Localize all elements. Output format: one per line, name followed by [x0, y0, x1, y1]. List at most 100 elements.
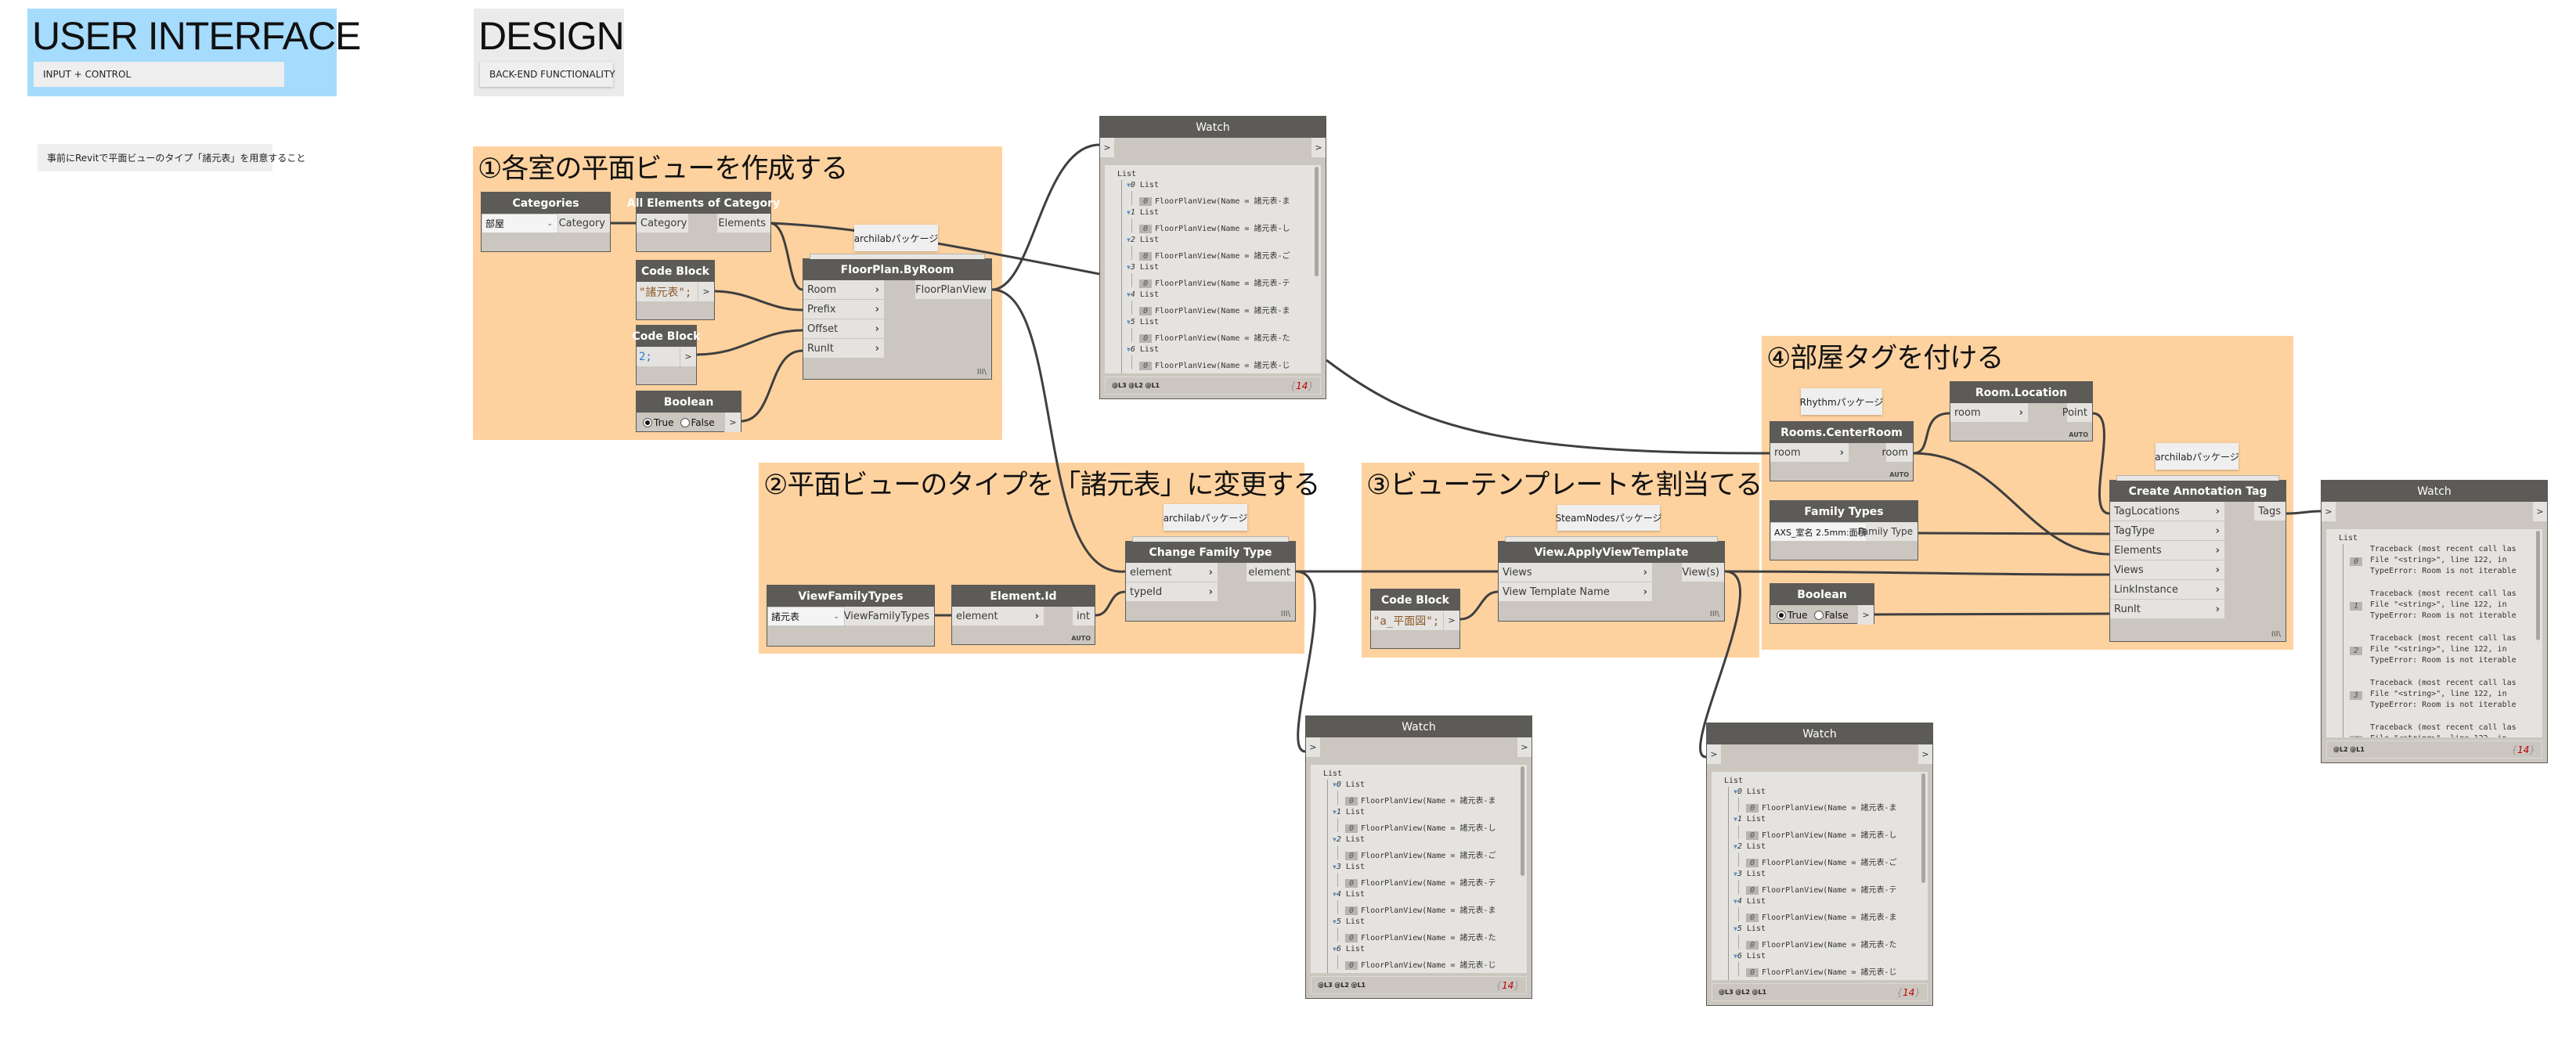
- node-code-block-offset[interactable]: Code Block 2; >: [633, 325, 701, 385]
- output-port[interactable]: int: [1073, 607, 1095, 626]
- code-editor[interactable]: "a_平面図";: [1371, 611, 1445, 630]
- watch-output-tree[interactable]: List ▼0 List 0 FloorPlanView(Name = 諸元表-ま ▼1…: [1712, 772, 1928, 980]
- input-port[interactable]: room ›: [1950, 403, 2028, 423]
- list-item[interactable]: ▼6 List: [1127, 345, 1159, 354]
- scrollbar[interactable]: [2536, 531, 2540, 640]
- input-port[interactable]: element ›: [952, 607, 1044, 626]
- list-item[interactable]: ▼3 List: [1127, 263, 1159, 272]
- output-port[interactable]: element: [1247, 563, 1295, 582]
- input-port[interactable]: >: [1707, 744, 1721, 764]
- watch-node-change-type[interactable]: Watch > > List ▼0 List 0 FloorPlanView(Name = …: [1305, 715, 1532, 999]
- output-port[interactable]: Category: [558, 214, 610, 233]
- lacing-indicator[interactable]: III\: [1281, 610, 1290, 618]
- input-port[interactable]: room ›: [1770, 443, 1849, 463]
- output-port[interactable]: Family Type: [1858, 522, 1918, 542]
- node-change-family-type[interactable]: Change Family Type element › typeId › elem…: [1125, 536, 1296, 622]
- output-port[interactable]: >: [1443, 611, 1459, 630]
- output-port[interactable]: >: [680, 347, 696, 366]
- node-boolean-runit[interactable]: Boolean True False >: [636, 391, 741, 432]
- output-port[interactable]: ViewFamilyTypes: [844, 607, 934, 626]
- node-view-family-types[interactable]: ViewFamilyTypes 諸元表 ⌄ ViewFamilyTypes: [767, 585, 935, 647]
- list-item[interactable]: ▼0 List: [1333, 780, 1365, 789]
- input-port[interactable]: >: [1306, 737, 1320, 757]
- list-item[interactable]: ▼1 List: [1333, 808, 1365, 816]
- node-family-types[interactable]: Family Types AXS_室名 2.5mm:面積あり ⌄ Family …: [1770, 500, 1918, 560]
- list-levels[interactable]: @L2 @L1: [2333, 746, 2365, 753]
- note-steamnodes[interactable]: SteamNodesパッケージ: [1555, 505, 1662, 531]
- radio-false[interactable]: False: [680, 417, 715, 428]
- input-port-element[interactable]: element ›: [1126, 563, 1218, 582]
- list-item[interactable]: ▼2 List: [1734, 842, 1766, 851]
- list-item[interactable]: ▼0 List: [1127, 181, 1159, 189]
- list-item[interactable]: ▼5 List: [1333, 917, 1365, 926]
- watch-node-view-template[interactable]: Watch > > List ▼0 List 0 FloorPlanView(Name = …: [1706, 723, 1933, 1006]
- output-port[interactable]: >: [724, 413, 741, 432]
- level-label[interactable]: @L3: [1318, 982, 1333, 989]
- input-port-elements[interactable]: Elements ›: [2110, 541, 2224, 560]
- input-port-views[interactable]: Views ›: [2110, 560, 2224, 580]
- list-item[interactable]: ▼1 List: [1127, 208, 1159, 217]
- level-label[interactable]: @L1: [1351, 982, 1366, 989]
- note-archilab-3[interactable]: archilabパッケージ: [2155, 443, 2239, 470]
- list-levels[interactable]: @L3 @L2 @L1: [1112, 382, 1160, 389]
- lacing-indicator[interactable]: III\: [1710, 610, 1719, 618]
- node-code-block-prefix[interactable]: Code Block "諸元表"; >: [636, 260, 715, 320]
- input-port[interactable]: >: [1100, 138, 1114, 157]
- lacing-indicator[interactable]: AUTO: [2069, 431, 2088, 438]
- node-rooms-centerroom[interactable]: Rooms.CenterRoom room › room AUTO: [1770, 421, 1914, 481]
- level-label[interactable]: @L1: [1752, 989, 1766, 996]
- list-item[interactable]: ▼0 List: [1734, 788, 1766, 796]
- input-port-template-name[interactable]: View Template Name ›: [1499, 582, 1652, 602]
- code-editor[interactable]: "諸元表";: [637, 282, 699, 301]
- level-label[interactable]: @L1: [1145, 382, 1160, 389]
- list-item[interactable]: ▼3 List: [1734, 870, 1766, 878]
- list-item[interactable]: ▼4 List: [1127, 290, 1159, 299]
- family-type-dropdown[interactable]: AXS_室名 2.5mm:面積あり ⌄: [1770, 522, 1884, 542]
- scrollbar[interactable]: [1921, 773, 1925, 883]
- note-rhythm[interactable]: Rhythmパッケージ: [1800, 388, 1883, 415]
- view-family-type-dropdown[interactable]: 諸元表 ⌄: [767, 607, 845, 626]
- input-port-views[interactable]: Views ›: [1499, 563, 1652, 582]
- list-item[interactable]: ▼5 List: [1734, 924, 1766, 933]
- watch-node-tags[interactable]: Watch > > List 0 Traceback (most recent call …: [2321, 480, 2548, 763]
- input-port-linkinstance[interactable]: LinkInstance ›: [2110, 580, 2224, 600]
- input-port-prefix[interactable]: Prefix ›: [803, 300, 884, 319]
- scrollbar[interactable]: [1315, 167, 1319, 276]
- watch-output-tree[interactable]: List ▼0 List 0 FloorPlanView(Name = 諸元表-ま ▼1…: [1311, 765, 1527, 973]
- list-item[interactable]: ▼6 List: [1333, 945, 1365, 953]
- level-label[interactable]: @L3: [1112, 382, 1127, 389]
- output-port[interactable]: >: [698, 282, 714, 301]
- list-item[interactable]: ▼6 List: [1734, 952, 1766, 961]
- note-archilab-2[interactable]: archilabパッケージ: [1164, 504, 1247, 531]
- prerequisite-note[interactable]: 事前にRevitで平面ビューのタイプ「諸元表」を用意すること: [38, 144, 305, 171]
- lacing-indicator[interactable]: III\: [977, 368, 987, 377]
- note-archilab-1[interactable]: archilabパッケージ: [854, 225, 938, 251]
- node-categories[interactable]: Categories 部屋 ⌄ Category: [481, 192, 611, 252]
- input-port-runit[interactable]: RunIt ›: [803, 339, 884, 359]
- radio-true[interactable]: True: [1777, 610, 1808, 621]
- level-label[interactable]: @L1: [2350, 746, 2365, 753]
- scrollbar[interactable]: [1521, 766, 1524, 876]
- list-item[interactable]: ▼5 List: [1127, 318, 1159, 326]
- level-label[interactable]: @L2: [1128, 382, 1143, 389]
- output-port[interactable]: >: [1311, 138, 1326, 157]
- node-room-location[interactable]: Room.Location room › Point AUTO: [1950, 381, 2093, 442]
- level-label[interactable]: @L2: [1334, 982, 1349, 989]
- output-port[interactable]: Elements: [717, 214, 770, 233]
- list-item[interactable]: ▼3 List: [1333, 863, 1365, 871]
- input-port[interactable]: Category: [637, 214, 688, 233]
- level-label[interactable]: @L3: [1719, 989, 1734, 996]
- input-port-typeid[interactable]: typeId ›: [1126, 582, 1218, 602]
- node-element-id[interactable]: Element.Id element › int AUTO: [951, 585, 1095, 645]
- input-port[interactable]: >: [2322, 502, 2336, 521]
- list-item[interactable]: ▼4 List: [1734, 897, 1766, 906]
- list-item[interactable]: ▼4 List: [1333, 890, 1365, 899]
- watch-output-tree[interactable]: List ▼0 List 0 FloorPlanView(Name = 諸元表-ま ▼1…: [1105, 165, 1321, 373]
- watch-output-tree[interactable]: List 0 Traceback (most recent call las Fil…: [2326, 529, 2542, 737]
- list-item[interactable]: ▼2 List: [1333, 835, 1365, 844]
- output-port[interactable]: Tags: [2254, 502, 2286, 521]
- input-port-runit[interactable]: RunIt ›: [2110, 600, 2224, 619]
- list-levels[interactable]: @L3 @L2 @L1: [1719, 989, 1766, 996]
- code-editor[interactable]: 2;: [637, 347, 680, 366]
- node-boolean-tag-runit[interactable]: Boolean True False >: [1770, 583, 1874, 625]
